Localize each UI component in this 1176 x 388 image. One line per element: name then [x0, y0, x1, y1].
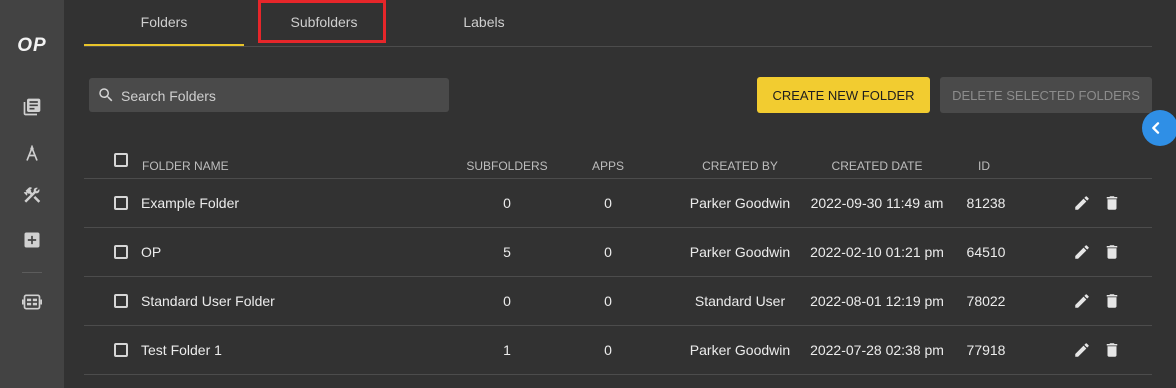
trash-icon[interactable] [1103, 243, 1121, 261]
chevron-left-icon [1152, 122, 1160, 134]
table-header: FOLDER NAME SUBFOLDERS APPS CREATED BY C… [84, 150, 1152, 179]
header-id[interactable]: ID [954, 159, 1014, 173]
sidebar: OP [0, 0, 64, 388]
table-row[interactable]: Test Folder 1 1 0 Parker Goodwin 2022-07… [84, 326, 1152, 375]
trash-icon[interactable] [1103, 341, 1121, 359]
main-content: Folders Subfolders Labels CREATE NEW FOL… [64, 0, 1176, 388]
folder-name: OP [141, 244, 162, 260]
tab-bar: Folders Subfolders Labels [84, 0, 1152, 47]
header-subfolders[interactable]: SUBFOLDERS [452, 159, 562, 173]
folder-id: 64510 [966, 244, 1006, 260]
trash-icon[interactable] [1103, 194, 1121, 212]
header-created-date[interactable]: CREATED DATE [790, 159, 964, 173]
folder-id: 81238 [966, 195, 1006, 211]
subfolders-count: 5 [503, 244, 511, 260]
apps-count: 0 [604, 342, 612, 358]
table-row[interactable]: OP 5 0 Parker Goodwin 2022-02-10 01:21 p… [84, 228, 1152, 277]
trash-icon[interactable] [1103, 292, 1121, 310]
tab-folders[interactable]: Folders [84, 0, 244, 46]
apps-count: 0 [604, 244, 612, 260]
folder-name: Example Folder [141, 195, 240, 211]
tab-labels[interactable]: Labels [404, 0, 564, 45]
delete-selected-button[interactable]: DELETE SELECTED FOLDERS [940, 77, 1152, 113]
created-date: 2022-07-28 02:38 pm [810, 342, 944, 358]
header-folder-name[interactable]: FOLDER NAME [142, 159, 229, 173]
library-icon[interactable] [20, 95, 44, 119]
table-row[interactable]: Example Folder 0 0 Parker Goodwin 2022-0… [84, 179, 1152, 228]
folder-name: Standard User Folder [141, 293, 275, 309]
created-date: 2022-02-10 01:21 pm [810, 244, 944, 260]
select-all-checkbox[interactable] [114, 153, 128, 167]
created-date: 2022-09-30 11:49 am [810, 195, 944, 211]
folder-id: 77918 [966, 342, 1006, 358]
sidebar-divider [22, 272, 42, 273]
subfolders-count: 1 [503, 342, 511, 358]
row-checkbox[interactable] [114, 245, 128, 259]
tab-subfolders[interactable]: Subfolders [244, 0, 404, 45]
created-date: 2022-08-01 12:19 pm [810, 293, 944, 309]
edit-icon[interactable] [1073, 292, 1091, 310]
row-checkbox[interactable] [114, 343, 128, 357]
subfolders-count: 0 [503, 195, 511, 211]
search-bar[interactable] [89, 78, 449, 114]
folder-id: 78022 [966, 293, 1006, 309]
folders-table: FOLDER NAME SUBFOLDERS APPS CREATED BY C… [84, 150, 1152, 375]
add-box-icon[interactable] [20, 228, 44, 252]
edit-icon[interactable] [1073, 194, 1091, 212]
folder-name: Test Folder 1 [141, 342, 222, 358]
table-row[interactable]: Standard User Folder 0 0 Standard User 2… [84, 277, 1152, 326]
subfolders-count: 0 [503, 293, 511, 309]
tools-icon[interactable] [20, 183, 44, 207]
compass-icon[interactable] [20, 141, 44, 165]
app-logo[interactable]: OP [14, 36, 50, 56]
edit-icon[interactable] [1073, 243, 1091, 261]
row-checkbox[interactable] [114, 294, 128, 308]
row-checkbox[interactable] [114, 196, 128, 210]
search-icon [99, 88, 113, 102]
dashboard-icon[interactable] [20, 290, 44, 314]
apps-count: 0 [604, 195, 612, 211]
search-input[interactable] [119, 78, 443, 114]
edit-icon[interactable] [1073, 341, 1091, 359]
apps-count: 0 [604, 293, 612, 309]
header-apps[interactable]: APPS [568, 159, 648, 173]
collapse-panel-button[interactable] [1142, 110, 1176, 146]
create-folder-button[interactable]: CREATE NEW FOLDER [757, 77, 930, 113]
